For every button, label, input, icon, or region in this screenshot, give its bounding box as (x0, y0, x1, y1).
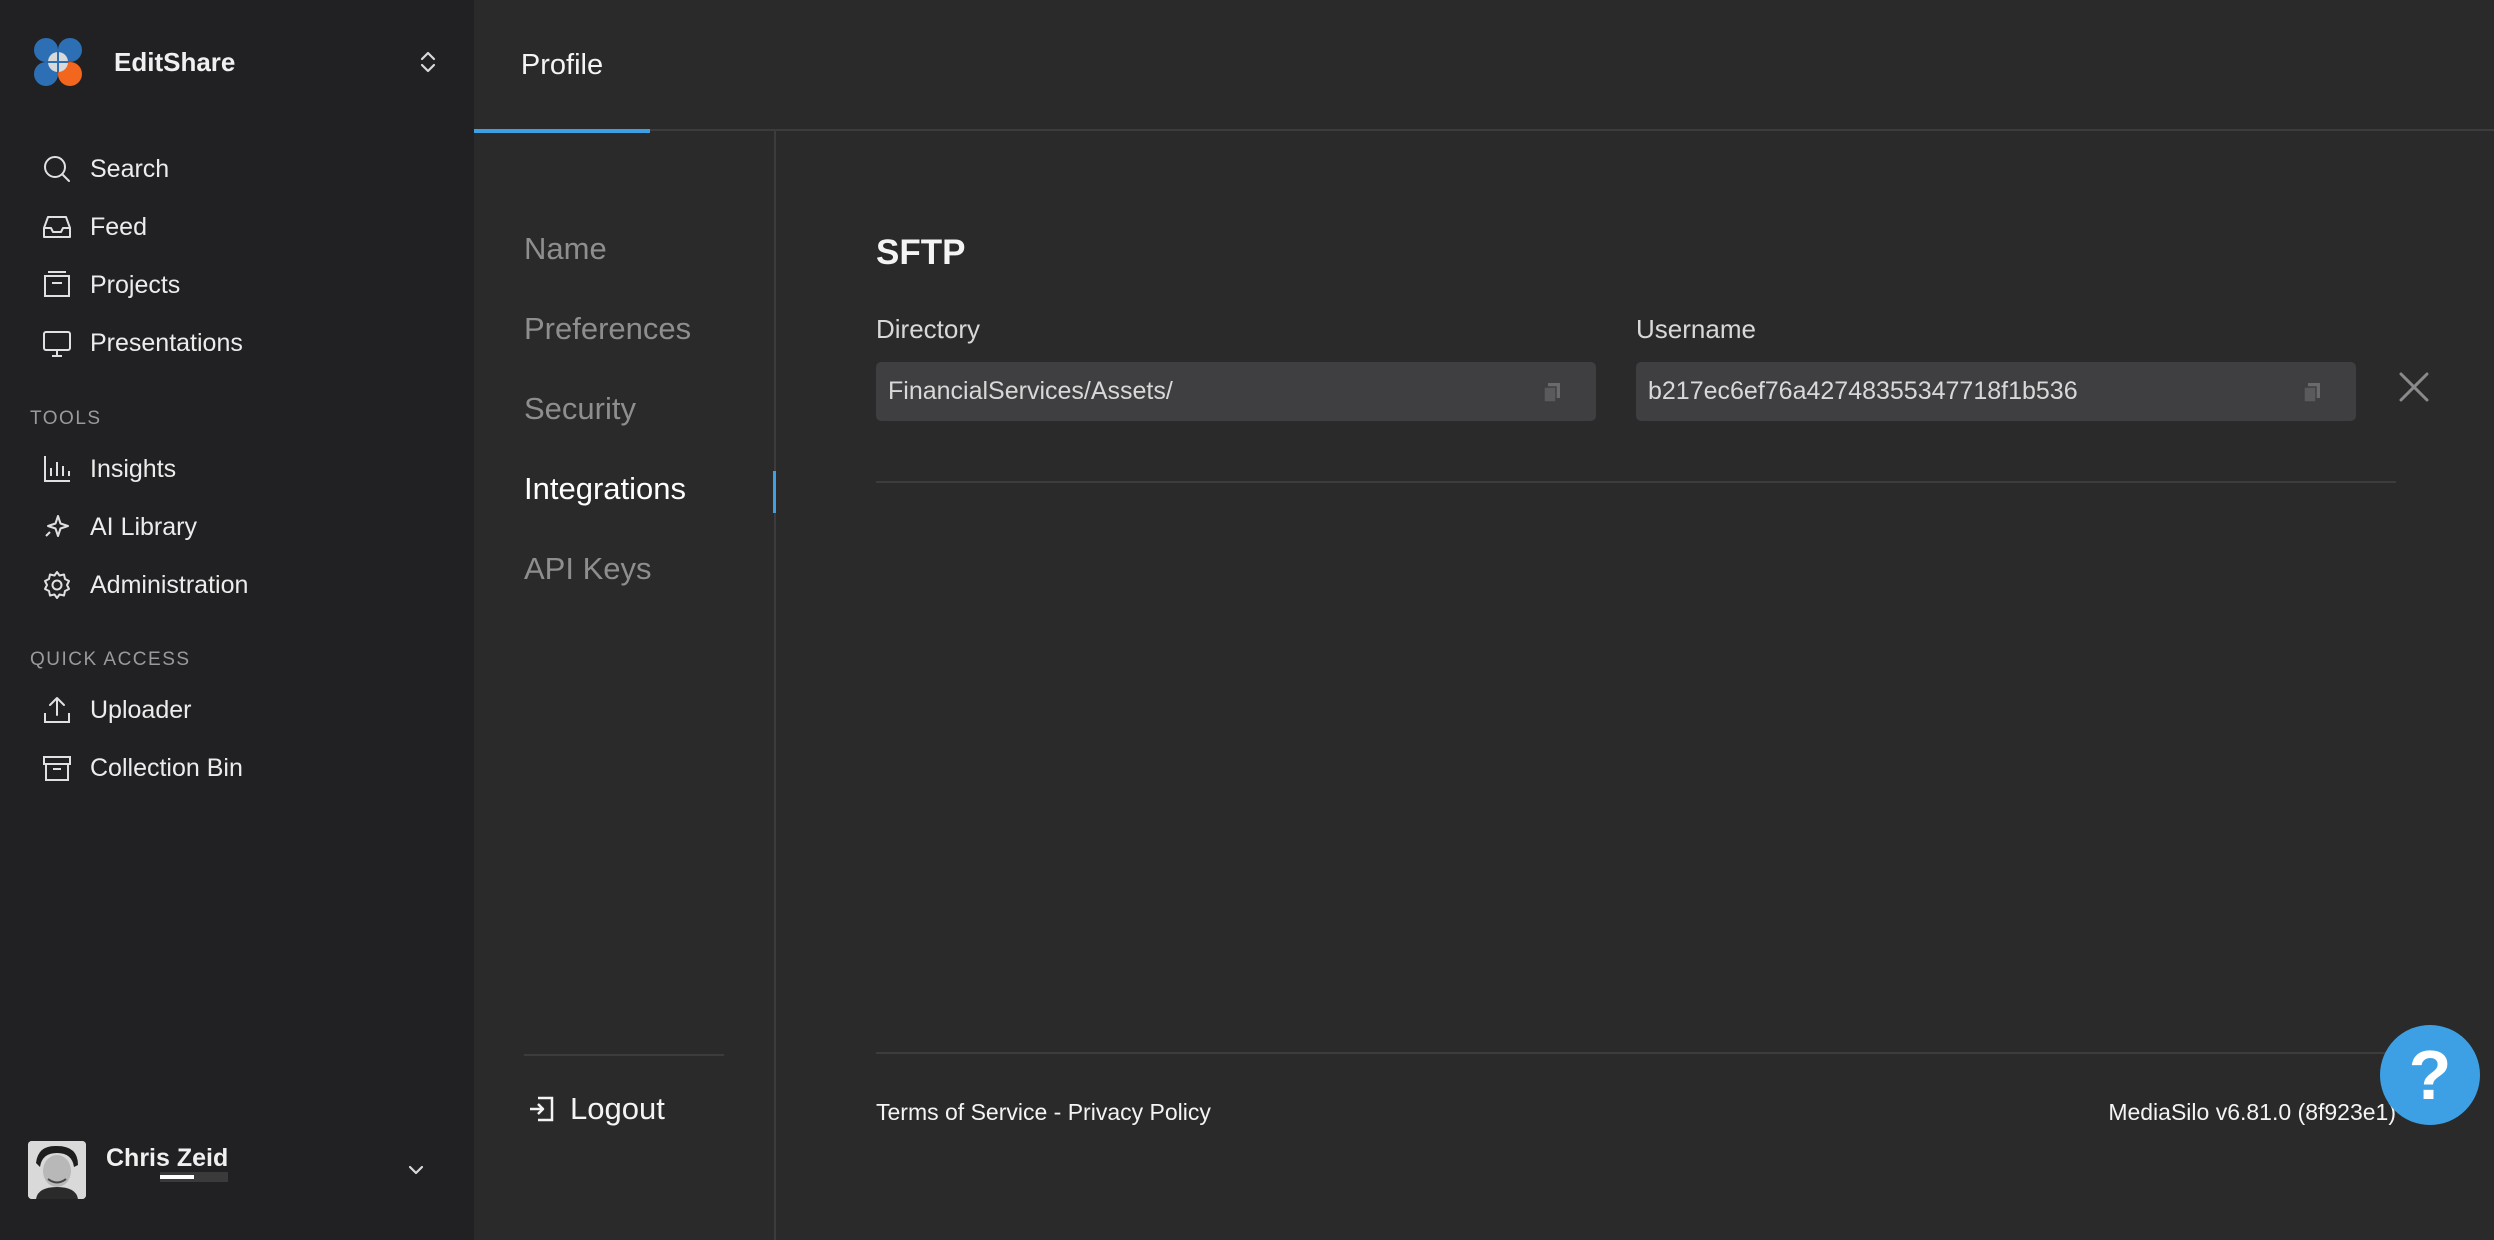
search-icon (44, 156, 70, 182)
copy-icon[interactable] (1540, 380, 1564, 404)
header: Profile (474, 0, 2494, 133)
inbox-icon (43, 216, 71, 238)
sidebar-item-presentations[interactable]: Presentations (40, 321, 440, 365)
subnav-item-integrations[interactable]: Integrations (524, 471, 686, 507)
help-button[interactable]: ? (2380, 1025, 2480, 1125)
subnav-item-name[interactable]: Name (524, 231, 607, 267)
folder-box-icon (44, 271, 70, 297)
chevron-up-down-icon[interactable] (414, 48, 442, 76)
app-version: MediaSilo v6.81.0 (8f923e1) (2108, 1099, 2396, 1125)
sidebar: EditShare Search Feed Projects Presentat… (0, 0, 474, 1240)
sidebar-item-administration[interactable]: Administration (40, 563, 440, 607)
logout-label: Logout (570, 1091, 665, 1126)
profile-subnav: Name Preferences Security Integrations A… (474, 131, 776, 1240)
privacy-link[interactable]: Privacy Policy (1068, 1099, 1211, 1125)
sidebar-item-label: Presentations (90, 328, 243, 357)
tools-heading: TOOLS (30, 408, 102, 429)
sidebar-item-label: Uploader (90, 695, 192, 724)
directory-field[interactable]: FinancialServices/Assets/ (876, 362, 1596, 421)
sidebar-item-label: AI Library (90, 512, 197, 541)
gear-icon (44, 571, 70, 599)
subnav-item-api-keys[interactable]: API Keys (524, 551, 652, 587)
app-window: EditShare Search Feed Projects Presentat… (0, 0, 2494, 1240)
org-name: EditShare (114, 46, 236, 77)
logout-icon (530, 1096, 554, 1122)
org-switcher[interactable]: EditShare (32, 36, 442, 88)
sidebar-item-projects[interactable]: Projects (40, 263, 440, 307)
chevron-down-icon[interactable] (402, 1156, 430, 1184)
sidebar-item-insights[interactable]: Insights (40, 447, 440, 491)
sidebar-item-label: Insights (90, 454, 177, 483)
sidebar-item-label: Feed (90, 212, 147, 241)
footer-separator: - (1047, 1099, 1068, 1125)
terms-link[interactable]: Terms of Service (876, 1099, 1047, 1125)
sftp-title: SFTP (876, 233, 966, 272)
username-field[interactable]: b217ec6ef76a42748355347718f1b536 (1636, 362, 2356, 421)
integrations-panel: SFTP Directory FinancialServices/Assets/… (776, 131, 2494, 1240)
subnav-item-preferences[interactable]: Preferences (524, 311, 691, 347)
user-name: Chris Zeid (106, 1144, 229, 1172)
sidebar-item-label: Administration (90, 570, 249, 599)
sidebar-item-collection-bin[interactable]: Collection Bin (40, 746, 440, 790)
sidebar-item-search[interactable]: Search (40, 147, 440, 191)
sidebar-item-uploader[interactable]: Uploader (40, 688, 440, 732)
footer-divider (876, 1052, 2396, 1054)
directory-value: FinancialServices/Assets/ (888, 377, 1173, 405)
subnav-divider (524, 1054, 724, 1056)
subnav-item-security[interactable]: Security (524, 391, 636, 427)
copy-icon[interactable] (2300, 380, 2324, 404)
footer-links: Terms of Service - Privacy Policy (876, 1099, 1211, 1126)
user-status-bar (160, 1172, 228, 1182)
editshare-logo-icon (34, 38, 82, 86)
sidebar-item-label: Collection Bin (90, 753, 243, 782)
avatar (28, 1141, 86, 1199)
tab-profile[interactable]: Profile (474, 0, 650, 133)
user-menu[interactable]: Chris Zeid (28, 1140, 438, 1200)
username-value: b217ec6ef76a42748355347718f1b536 (1648, 377, 2078, 405)
archive-box-icon (43, 756, 71, 781)
upload-icon (44, 697, 70, 723)
content-divider (876, 481, 2396, 483)
directory-label: Directory (876, 314, 981, 344)
username-label: Username (1636, 314, 1756, 344)
logout-button[interactable]: Logout (526, 1091, 665, 1127)
sidebar-item-label: Search (90, 154, 170, 183)
sparkle-icon (45, 515, 69, 537)
sidebar-item-ai-library[interactable]: AI Library (40, 505, 440, 549)
monitor-icon (43, 331, 71, 357)
sidebar-item-feed[interactable]: Feed (40, 205, 440, 249)
quick-access-heading: QUICK ACCESS (30, 649, 191, 670)
bar-chart-icon (44, 456, 70, 482)
close-icon[interactable] (2396, 369, 2432, 405)
sidebar-item-label: Projects (90, 270, 181, 299)
